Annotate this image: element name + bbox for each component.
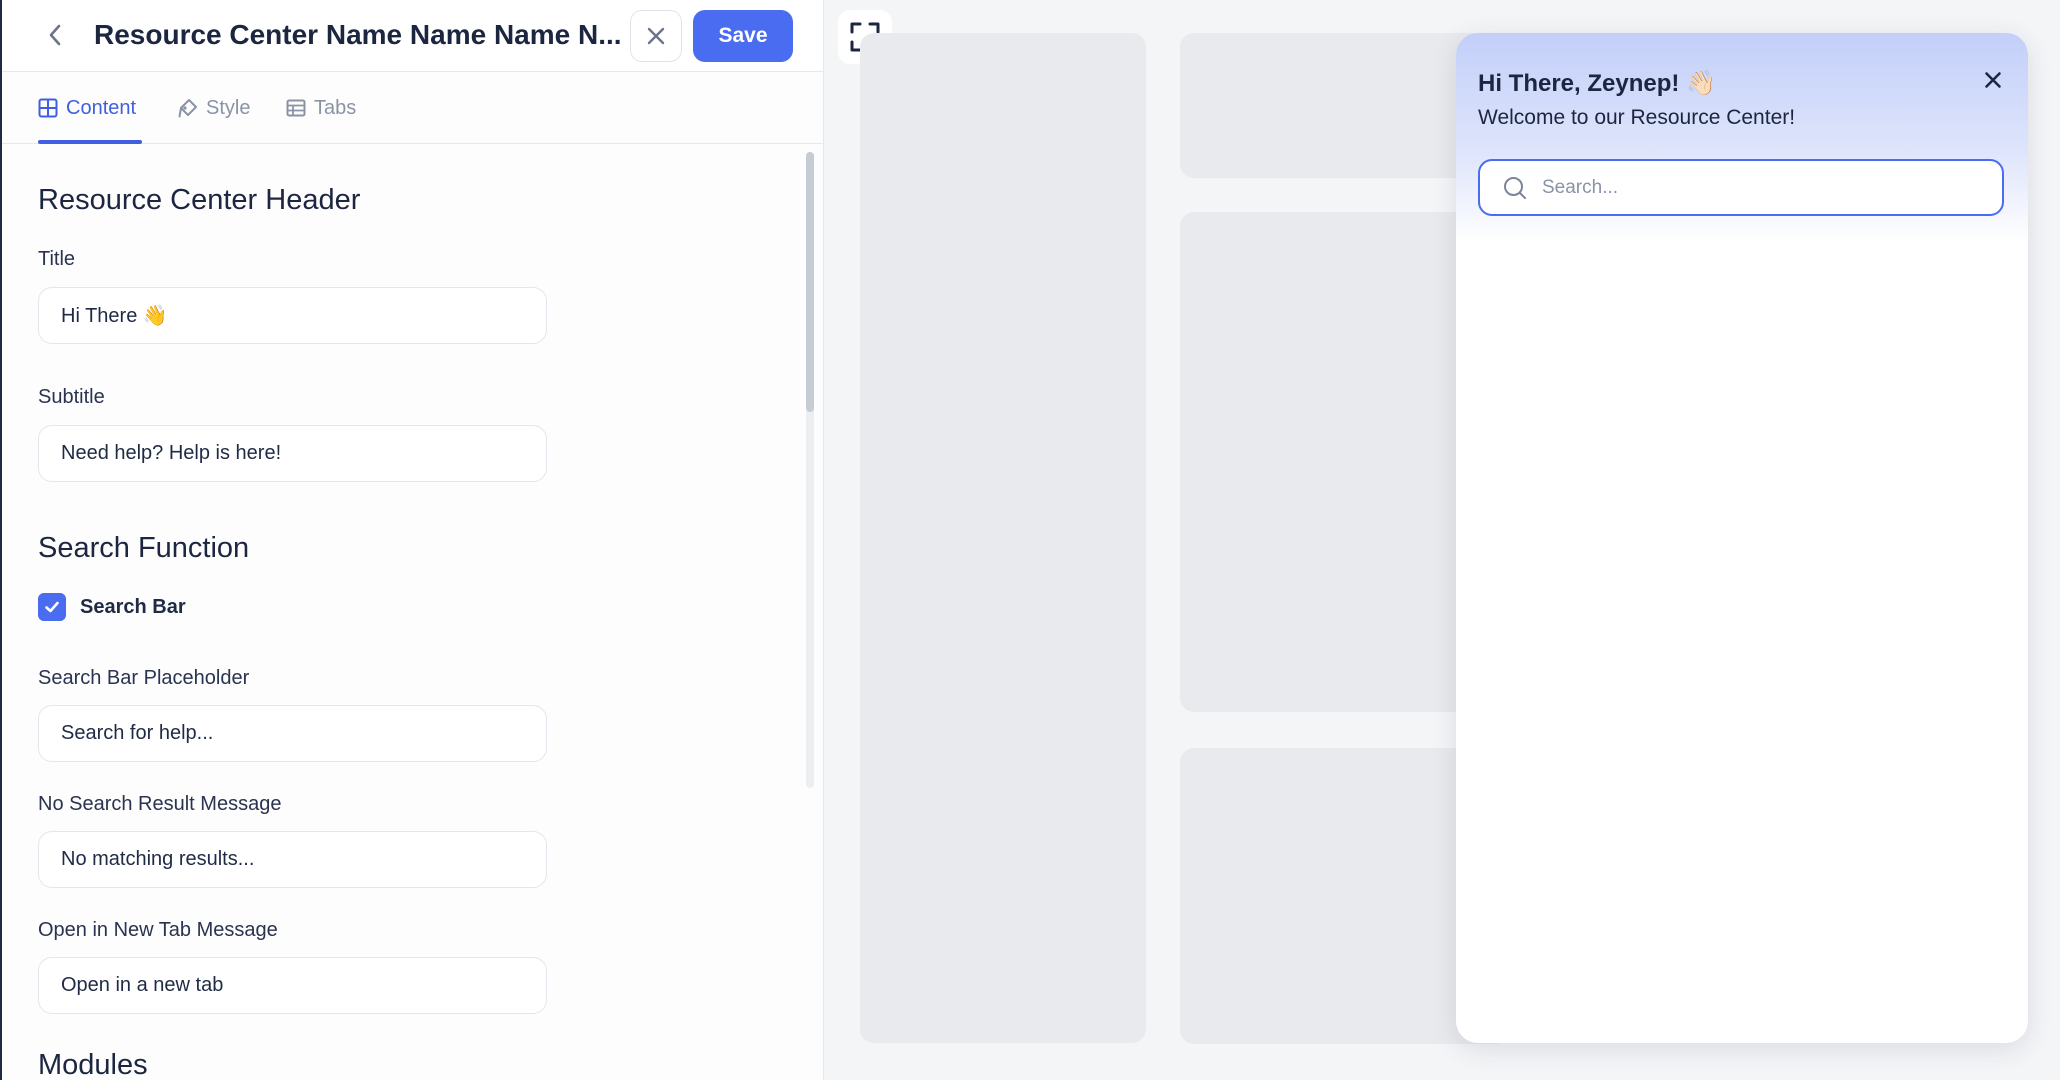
title-input[interactable]: Hi There 👋 <box>38 287 547 344</box>
tab-style-label: Style <box>206 96 251 119</box>
save-button[interactable]: Save <box>693 10 793 62</box>
placeholder-block <box>860 33 1146 1043</box>
widget-greeting: Hi There, Zeynep! 👋🏻 <box>1478 70 1716 97</box>
check-icon <box>45 601 59 613</box>
resource-center-widget: Hi There, Zeynep! 👋🏻 Welcome to our Reso… <box>1456 33 2028 1043</box>
widget-close-button[interactable] <box>1976 63 2010 97</box>
new-tab-label: Open in New Tab Message <box>38 919 278 941</box>
tab-content-label: Content <box>66 96 137 119</box>
subtitle-input[interactable]: Need help? Help is here! <box>38 425 547 482</box>
scrollbar-thumb[interactable] <box>806 152 814 412</box>
widget-search-bar[interactable] <box>1478 159 2004 216</box>
search-icon <box>1504 176 1526 199</box>
tab-content[interactable]: Content <box>38 72 142 144</box>
editor-panel: Resource Center Name Name Name N... Save… <box>0 0 824 1080</box>
placeholder-label: Search Bar Placeholder <box>38 667 250 689</box>
search-bar-checkbox-row[interactable]: Search Bar <box>38 593 186 621</box>
subtitle-label: Subtitle <box>38 386 105 408</box>
modules-section-title: Modules <box>38 1049 148 1080</box>
back-button[interactable] <box>40 20 70 50</box>
paint-icon <box>178 99 197 118</box>
editor-topbar: Resource Center Name Name Name N... Save <box>2 0 823 72</box>
tab-tabs[interactable]: Tabs <box>286 72 356 144</box>
editor-tabs: Content Style Tabs <box>2 72 823 144</box>
search-bar-label: Search Bar <box>80 595 186 618</box>
widget-welcome: Welcome to our Resource Center! <box>1478 106 1796 129</box>
no-result-input[interactable]: No matching results... <box>38 831 547 888</box>
close-icon <box>647 27 665 45</box>
new-tab-input[interactable]: Open in a new tab <box>38 957 547 1014</box>
placeholder-input[interactable]: Search for help... <box>38 705 547 762</box>
header-section-title: Resource Center Header <box>38 184 361 216</box>
widget-search-input[interactable] <box>1542 176 1982 199</box>
close-icon <box>1985 72 2001 88</box>
chevron-left-icon <box>49 24 61 46</box>
table-icon <box>286 99 306 117</box>
preview-area: Hi There, Zeynep! 👋🏻 Welcome to our Reso… <box>824 0 2060 1080</box>
tab-tabs-label: Tabs <box>314 96 357 119</box>
search-bar-checkbox[interactable] <box>38 593 66 621</box>
title-label: Title <box>38 248 76 270</box>
search-section-title: Search Function <box>38 532 250 564</box>
close-button[interactable] <box>630 10 682 62</box>
page-title: Resource Center Name Name Name N... <box>94 19 622 50</box>
tab-style[interactable]: Style <box>178 72 250 144</box>
layout-icon <box>38 98 58 118</box>
no-result-label: No Search Result Message <box>38 793 282 815</box>
